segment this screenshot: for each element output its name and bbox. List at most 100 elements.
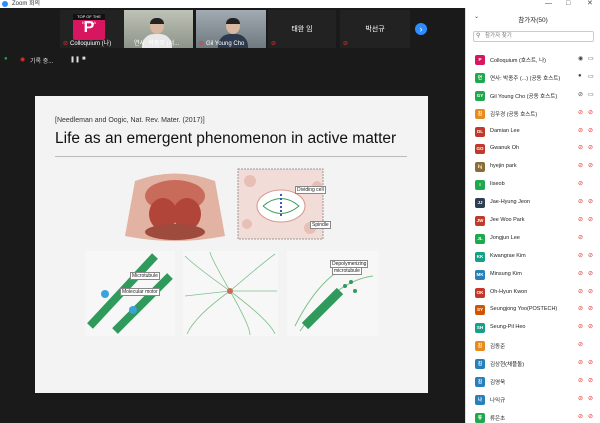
mic-status-icon[interactable]: ◉ [578, 55, 583, 62]
search-placeholder: 참가자 찾기 [485, 33, 512, 39]
mic-status-icon[interactable]: ⊘ [578, 162, 583, 169]
camera-status-icon[interactable]: ▭ [588, 91, 594, 98]
camera-status-icon[interactable]: ⊘ [588, 305, 593, 312]
camera-status-icon[interactable]: ⊘ [588, 198, 593, 205]
participant-row[interactable]: SH Seung-Pil Heo ⊘ ⊘ [466, 319, 600, 337]
camera-status-icon[interactable]: ⊘ [588, 216, 593, 223]
person-head [150, 18, 164, 34]
participant-row[interactable]: 김 김영욱 ⊘ ⊘ [466, 373, 600, 391]
mic-status-icon[interactable]: ⊘ [578, 359, 583, 366]
camera-status-icon[interactable]: ⊘ [588, 127, 593, 134]
participant-name: Damian Lee [490, 127, 520, 134]
mic-status-icon[interactable]: ⊘ [578, 91, 583, 98]
mic-status-icon[interactable]: ⊘ [578, 198, 583, 205]
participant-row[interactable]: JJ Jae-Hyung Jeon ⊘ ⊘ [466, 194, 600, 212]
participants-title: 참가자(50) [518, 17, 548, 24]
video-tile-participant[interactable]: 박선규 ⊘ [340, 10, 410, 48]
participant-name: Iiseob [490, 181, 505, 188]
mic-status-icon[interactable]: ⊘ [578, 180, 583, 187]
person-head [226, 18, 240, 34]
mic-status-icon[interactable]: ● [578, 73, 582, 79]
mic-status-icon[interactable]: ⊘ [578, 127, 583, 134]
avatar: OK [475, 287, 485, 298]
camera-status-icon[interactable]: ⊘ [588, 359, 593, 366]
camera-status-icon[interactable]: ⊘ [588, 109, 593, 116]
participant-row[interactable]: P Colloquium (호스트, 나) ◉ ▭ [466, 51, 600, 69]
minimize-button[interactable]: — [545, 0, 552, 8]
participant-row[interactable]: 연 연사: 박종주 (...) (공동 호스트) ● ▭ [466, 69, 600, 87]
video-tile-speaker[interactable]: 연사: 박종주 (서... [124, 10, 193, 48]
participant-row[interactable]: 류 류은초 ⊘ ⊘ [466, 409, 600, 423]
close-window-button[interactable]: ✕ [587, 0, 593, 8]
recording-label: 기록 중... [30, 59, 54, 65]
participant-row[interactable]: I Iiseob ⊘ [466, 176, 600, 194]
participant-row[interactable]: 김 김동준 ⊘ [466, 337, 600, 355]
participant-name: 연사: 박종주 (...) (공동 호스트) [490, 75, 561, 82]
mic-status-icon[interactable]: ⊘ [578, 270, 583, 277]
stop-recording-button[interactable]: ■ [82, 56, 86, 62]
camera-status-icon[interactable]: ⊘ [588, 323, 593, 330]
mic-status-icon[interactable]: ⊘ [578, 216, 583, 223]
meeting-area: TOP OF THE KOREA P ⊘ Colloquium (나) 연사: … [0, 8, 465, 423]
camera-status-icon[interactable]: ⊘ [588, 395, 593, 402]
mic-status-icon[interactable]: ⊘ [578, 377, 583, 384]
label-microtubule: Microtubule [130, 272, 160, 280]
mic-status-icon[interactable]: ⊘ [578, 252, 583, 259]
camera-status-icon[interactable]: ⊘ [588, 144, 593, 151]
search-icon: ⚲ [476, 33, 481, 39]
participant-row[interactable]: 김 김상현(채플돌) ⊘ ⊘ [466, 355, 600, 373]
mic-status-icon[interactable]: ⊘ [578, 395, 583, 402]
participant-name: 김상현(채플돌) [490, 362, 525, 369]
participant-row[interactable]: JL Jongjun Lee ⊘ [466, 230, 600, 248]
participant-row[interactable]: GO Gwanuk Oh ⊘ ⊘ [466, 140, 600, 158]
maximize-button[interactable]: □ [566, 0, 570, 8]
participant-name: 나익규 [490, 397, 506, 404]
camera-status-icon[interactable]: ⊘ [588, 252, 593, 259]
participant-row[interactable]: 김 김우경 (공동 호스트) ⊘ ⊘ [466, 105, 600, 123]
camera-status-icon[interactable]: ⊘ [588, 162, 593, 169]
avatar: 나 [475, 394, 485, 405]
video-tile-participant[interactable]: 태완 임 ⊘ [268, 10, 336, 48]
pause-recording-button[interactable]: ❚❚ [70, 56, 80, 63]
shared-screen-slide: [Needleman and Oogic, Nat. Rev. Mater. (… [35, 96, 428, 393]
camera-status-icon[interactable]: ⊘ [588, 270, 593, 277]
mic-status-icon[interactable]: ⊘ [578, 341, 583, 348]
video-tile-colloquium[interactable]: TOP OF THE KOREA P ⊘ Colloquium (나) [60, 10, 128, 48]
mic-status-icon[interactable]: ⊘ [578, 234, 583, 241]
participant-row[interactable]: DL Damian Lee ⊘ ⊘ [466, 123, 600, 141]
participant-row[interactable]: 나 나익규 ⊘ ⊘ [466, 391, 600, 409]
tile-name: 연사: 박종주 (서... [134, 41, 180, 47]
participant-row[interactable]: KK Kwangrae Kim ⊘ ⊘ [466, 248, 600, 266]
mic-status-icon[interactable]: ⊘ [578, 323, 583, 330]
next-page-button[interactable]: › [415, 23, 427, 35]
spindle-fan-panel [183, 251, 278, 336]
participant-row[interactable]: hj hyejin park ⊘ ⊘ [466, 158, 600, 176]
participant-search-input[interactable]: ⚲ 참가자 찾기 [473, 31, 594, 42]
participant-name: Oh-Hyun Kwon [490, 288, 528, 295]
camera-status-icon[interactable]: ⊘ [588, 288, 593, 295]
participant-row[interactable]: JW Jee Woo Park ⊘ ⊘ [466, 212, 600, 230]
participant-row[interactable]: GY Gil Young Cho (공동 호스트) ⊘ ▭ [466, 87, 600, 105]
mic-status-icon[interactable]: ⊘ [578, 144, 583, 151]
participant-name: Gil Young Cho (공동 호스트) [490, 93, 558, 100]
video-tile-gil-young-cho[interactable]: ⊘ Gil Young Cho [196, 10, 266, 48]
participant-name: Seungjong Yoo(POSTECH) [490, 306, 558, 313]
mic-status-icon[interactable]: ⊘ [578, 413, 583, 420]
camera-status-icon[interactable]: ▭ [588, 73, 594, 80]
participant-row[interactable]: MK Minsung Kim ⊘ ⊘ [466, 266, 600, 284]
camera-status-icon[interactable]: ⊘ [588, 413, 593, 420]
participant-row[interactable]: OK Oh-Hyun Kwon ⊘ ⊘ [466, 284, 600, 302]
participant-name: Jae-Hyung Jeon [490, 199, 531, 206]
mic-status-icon[interactable]: ⊘ [578, 109, 583, 116]
avatar: 류 [475, 412, 485, 423]
recording-icon: ◉ [20, 57, 26, 63]
camera-status-icon[interactable]: ▭ [588, 55, 594, 62]
participant-row[interactable]: SY Seungjong Yoo(POSTECH) ⊘ ⊘ [466, 301, 600, 319]
camera-status-icon[interactable]: ⊘ [588, 377, 593, 384]
mic-status-icon[interactable]: ⊘ [578, 305, 583, 312]
mic-status-icon[interactable]: ⊘ [578, 288, 583, 295]
postech-logo: TOP OF THE KOREA P [73, 14, 105, 40]
participant-name: Colloquium (호스트, 나) [490, 58, 547, 64]
muted-mic-icon: ⊘ [63, 41, 69, 47]
muted-mic-icon: ⊘ [343, 41, 349, 47]
